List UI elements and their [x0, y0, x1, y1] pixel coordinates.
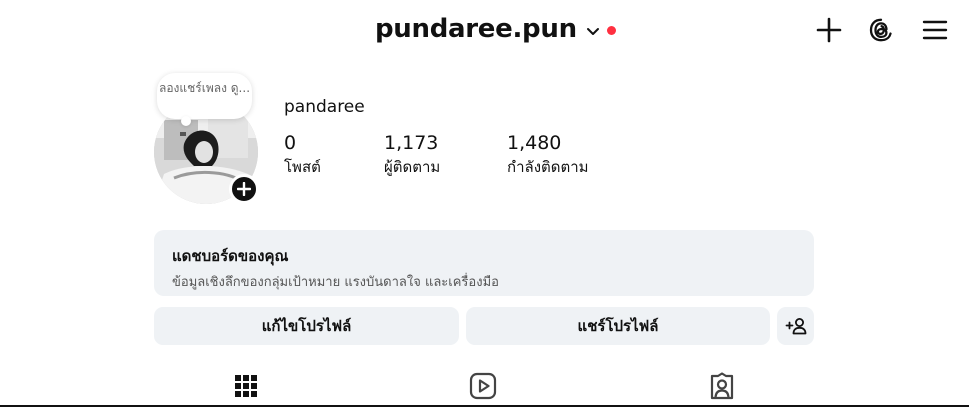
tab-reels[interactable]	[469, 372, 497, 400]
tagged-icon	[710, 372, 734, 400]
stat-followers[interactable]: 1,173 ผู้ติดตาม	[384, 132, 440, 179]
grid-icon	[235, 375, 257, 397]
stat-label: กำลังติดตาม	[507, 158, 589, 176]
note-text: ลองแชร์เพลง ดู...	[158, 81, 251, 95]
share-profile-button[interactable]: แชร์โปรไฟล์	[466, 307, 770, 345]
edit-profile-button[interactable]: แก้ไขโปรไฟล์	[154, 307, 459, 345]
account-switcher[interactable]: pundaree.pun	[375, 14, 616, 44]
display-name: pandaree	[284, 97, 365, 117]
add-story-button[interactable]	[229, 174, 259, 204]
plus-icon	[237, 182, 251, 196]
stat-label: ผู้ติดตาม	[384, 158, 441, 176]
notification-dot	[606, 26, 616, 35]
top-bar: pundaree.pun	[0, 0, 969, 62]
stat-posts: 0 โพสต์	[284, 132, 321, 179]
discover-people-button[interactable]	[777, 307, 814, 345]
tab-tagged[interactable]	[708, 372, 736, 400]
add-person-icon	[785, 318, 806, 335]
dashboard-title: แดชบอร์ดของคุณ	[172, 247, 289, 265]
plus-icon[interactable]	[814, 15, 844, 45]
stat-following[interactable]: 1,480 กำลังติดตาม	[507, 132, 589, 179]
hamburger-menu-icon[interactable]	[920, 15, 950, 45]
threads-icon[interactable]	[866, 15, 896, 45]
stat-value: 1,480	[507, 132, 562, 154]
stat-label: โพสต์	[284, 158, 321, 176]
professional-dashboard[interactable]: แดชบอร์ดของคุณ ข้อมูลเชิงลึกของกลุ่มเป้า…	[154, 230, 814, 296]
chevron-down-icon	[586, 28, 599, 35]
stat-value: 1,173	[384, 132, 439, 154]
note-bubble[interactable]: ลองแชร์เพลง ดู...	[157, 73, 252, 126]
tab-posts-grid[interactable]	[232, 372, 260, 400]
stat-value: 0	[284, 132, 297, 154]
reels-icon	[469, 372, 497, 400]
dashboard-subtitle: ข้อมูลเชิงลึกของกลุ่มเป้าหมาย แรงบันดาลใ…	[172, 275, 499, 290]
username: pundaree.pun	[375, 14, 577, 44]
